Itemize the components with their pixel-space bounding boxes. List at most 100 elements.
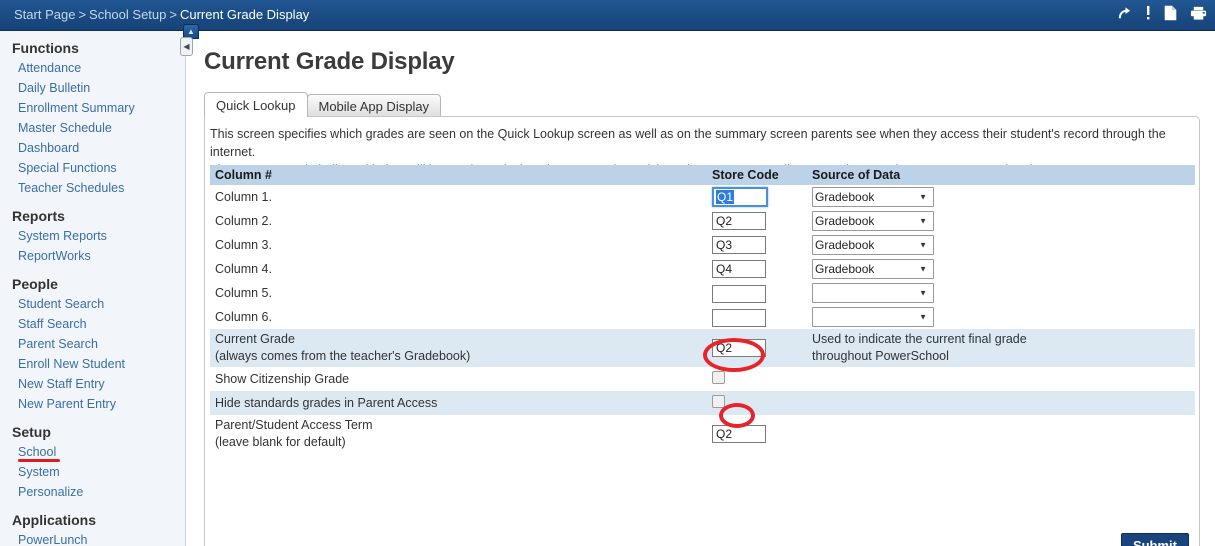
access-term-input-cell: Q2 bbox=[707, 415, 807, 453]
column-header-store-code: Store Code bbox=[707, 165, 807, 185]
sidebar-item-school[interactable]: School bbox=[0, 442, 185, 462]
sidebar-item-master-schedule[interactable]: Master Schedule bbox=[0, 118, 185, 138]
current-grade-input[interactable]: Q2 bbox=[712, 339, 766, 357]
main-content: Current Grade Display Quick Lookup Mobil… bbox=[186, 31, 1215, 546]
table-row: Column 1. Q1 Gradebook ▼ bbox=[210, 185, 1195, 209]
store-code-cell-5 bbox=[707, 281, 807, 305]
store-code-cell-1: Q1 bbox=[707, 185, 807, 209]
access-term-input[interactable]: Q2 bbox=[712, 425, 766, 443]
sidebar-item-staff-search[interactable]: Staff Search bbox=[0, 314, 185, 334]
show-citizenship-checkbox[interactable] bbox=[712, 371, 725, 384]
sidebar-heading-functions: Functions bbox=[12, 40, 79, 56]
current-grade-label: Current Grade bbox=[215, 332, 295, 346]
app-root: Start Page > School Setup > Current Grade Di… bbox=[0, 0, 1215, 546]
sidebar-heading-setup: Setup bbox=[12, 424, 51, 440]
table-row: Column 2. Q2 Gradebook ▼ bbox=[210, 209, 1195, 233]
access-term-row: Parent/Student Access Term (leave blank … bbox=[210, 415, 1195, 453]
current-grade-description-cell: Used to indicate the current final grade… bbox=[807, 329, 1195, 367]
sidebar-item-system[interactable]: System bbox=[0, 462, 185, 482]
collapse-sidebar-button[interactable]: ◀ bbox=[180, 37, 193, 56]
hide-standards-label: Hide standards grades in Parent Access bbox=[210, 391, 707, 415]
source-cell-4: Gradebook ▼ bbox=[807, 257, 1195, 281]
sidebar-item-student-search[interactable]: Student Search bbox=[0, 294, 185, 314]
grade-display-table: Column # Store Code Source of Data Colum… bbox=[210, 165, 1195, 453]
hide-standards-spacer bbox=[807, 391, 1195, 415]
access-term-input-value: Q2 bbox=[716, 427, 733, 441]
column-header-source-of-data: Source of Data bbox=[807, 165, 1195, 185]
store-code-input-2-value: Q2 bbox=[716, 214, 733, 228]
access-term-spacer bbox=[807, 415, 1195, 453]
hide-standards-row: Hide standards grades in Parent Access bbox=[210, 391, 1195, 415]
sidebar-heading-applications: Applications bbox=[12, 512, 97, 528]
sidebar-heading-reports: Reports bbox=[12, 208, 65, 224]
row-label-column-3: Column 3. bbox=[215, 238, 272, 252]
breadcrumb-item-start-page[interactable]: Start Page bbox=[14, 7, 75, 22]
access-term-label-cell: Parent/Student Access Term (leave blank … bbox=[210, 415, 707, 453]
source-select-3[interactable]: Gradebook bbox=[812, 235, 934, 255]
sidebar-item-dashboard[interactable]: Dashboard bbox=[0, 138, 185, 158]
source-select-2[interactable]: Gradebook bbox=[812, 211, 934, 231]
table-header-row: Column # Store Code Source of Data bbox=[210, 165, 1195, 185]
store-code-input-4[interactable]: Q4 bbox=[712, 260, 766, 278]
tab-bar: Quick Lookup Mobile App Display bbox=[204, 92, 442, 117]
store-code-input-1-value: Q1 bbox=[716, 190, 735, 204]
row-label-column-6: Column 6. bbox=[215, 310, 272, 324]
table-row: Column 3. Q3 Gradebook ▼ bbox=[210, 233, 1195, 257]
row-label-column-1: Column 1. bbox=[215, 190, 272, 204]
show-citizenship-row: Show Citizenship Grade bbox=[210, 367, 1195, 391]
table-row: Column 6. ▼ bbox=[210, 305, 1195, 329]
sidebar-item-personalize[interactable]: Personalize bbox=[0, 482, 185, 502]
sidebar-navigation: Functions Attendance Daily Bulletin Enro… bbox=[0, 31, 186, 546]
source-select-5[interactable] bbox=[812, 283, 934, 303]
tab-mobile-app-display[interactable]: Mobile App Display bbox=[306, 94, 442, 117]
store-code-cell-4: Q4 bbox=[707, 257, 807, 281]
tab-quick-lookup[interactable]: Quick Lookup bbox=[204, 92, 308, 117]
sidebar-item-enrollment-summary[interactable]: Enrollment Summary bbox=[0, 98, 185, 118]
store-code-cell-2: Q2 bbox=[707, 209, 807, 233]
sidebar-item-parent-search[interactable]: Parent Search bbox=[0, 334, 185, 354]
sidebar-item-new-staff-entry[interactable]: New Staff Entry bbox=[0, 374, 185, 394]
source-cell-3: Gradebook ▼ bbox=[807, 233, 1195, 257]
current-grade-input-value: Q2 bbox=[716, 341, 733, 355]
source-cell-5: ▼ bbox=[807, 281, 1195, 305]
breadcrumb-item-school-setup[interactable]: School Setup bbox=[89, 7, 166, 22]
breadcrumb-separator-1: > bbox=[78, 7, 87, 22]
source-select-6[interactable] bbox=[812, 307, 934, 327]
sidebar-item-special-functions[interactable]: Special Functions bbox=[0, 158, 185, 178]
sidebar-item-enroll-new-student[interactable]: Enroll New Student bbox=[0, 354, 185, 374]
store-code-input-3[interactable]: Q3 bbox=[712, 236, 766, 254]
sidebar-item-powerlunch[interactable]: PowerLunch bbox=[0, 530, 185, 546]
settings-panel: This screen specifies which grades are s… bbox=[204, 116, 1200, 546]
source-cell-1: Gradebook ▼ bbox=[807, 185, 1195, 209]
show-citizenship-cell bbox=[707, 367, 807, 391]
current-grade-sublabel: (always comes from the teacher's Gradebo… bbox=[215, 349, 471, 363]
sidebar-item-reportworks[interactable]: ReportWorks bbox=[0, 246, 185, 266]
submit-button[interactable]: Submit bbox=[1120, 533, 1189, 546]
hide-standards-cell bbox=[707, 391, 807, 415]
sidebar-item-daily-bulletin[interactable]: Daily Bulletin bbox=[0, 78, 185, 98]
store-code-input-3-value: Q3 bbox=[716, 238, 733, 252]
alert-icon[interactable] bbox=[1145, 5, 1151, 21]
open-in-new-icon[interactable] bbox=[1117, 6, 1132, 21]
row-label-column-4: Column 4. bbox=[215, 262, 272, 276]
page-icon[interactable] bbox=[1164, 5, 1177, 21]
source-select-4[interactable]: Gradebook bbox=[812, 259, 934, 279]
breadcrumb-current-page: Current Grade Display bbox=[179, 7, 310, 22]
store-code-input-6[interactable] bbox=[712, 309, 766, 327]
breadcrumb-separator-2: > bbox=[169, 7, 177, 22]
sidebar-item-system-reports[interactable]: System Reports bbox=[0, 226, 185, 246]
store-code-input-5[interactable] bbox=[712, 285, 766, 303]
hide-standards-checkbox[interactable] bbox=[712, 395, 725, 408]
store-code-cell-3: Q3 bbox=[707, 233, 807, 257]
sidebar-item-new-parent-entry[interactable]: New Parent Entry bbox=[0, 394, 185, 414]
print-icon[interactable] bbox=[1190, 5, 1207, 21]
sidebar-heading-people: People bbox=[12, 276, 58, 292]
sidebar-item-attendance[interactable]: Attendance bbox=[0, 58, 185, 78]
store-code-input-2[interactable]: Q2 bbox=[712, 212, 766, 230]
source-cell-6: ▼ bbox=[807, 305, 1195, 329]
current-grade-row: Current Grade (always comes from the tea… bbox=[210, 329, 1195, 367]
sidebar-item-teacher-schedules[interactable]: Teacher Schedules bbox=[0, 178, 185, 198]
store-code-input-1[interactable]: Q1 bbox=[712, 187, 768, 207]
source-select-1[interactable]: Gradebook bbox=[812, 187, 934, 207]
current-grade-desc-line-1: Used to indicate the current final grade bbox=[812, 332, 1027, 346]
